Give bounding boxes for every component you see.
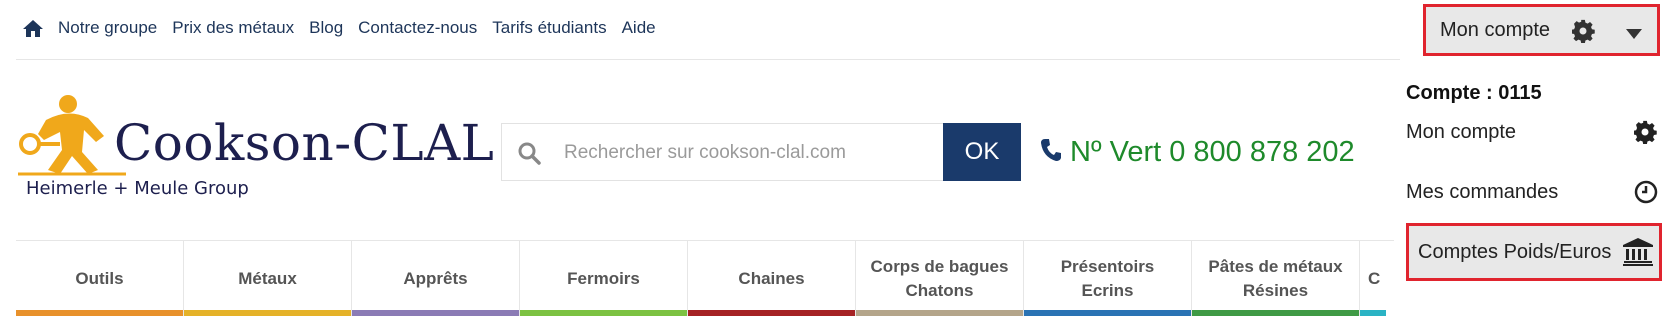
menu-item-label: Comptes Poids/Euros: [1418, 240, 1612, 263]
category-label: Fermoirs: [567, 268, 640, 288]
category-outils[interactable]: Outils: [16, 241, 184, 316]
account-number: Compte : 0115: [1406, 82, 1542, 104]
category-label: Corps de bagues Chatons: [870, 256, 1009, 300]
menu-item-label: Mes commandes: [1406, 180, 1559, 203]
category-corps-de-bagues[interactable]: Corps de bagues Chatons: [856, 241, 1024, 316]
category-color-bar: [352, 310, 519, 316]
phone-icon: [1040, 138, 1062, 167]
menu-item-mon-compte[interactable]: Mon compte: [1406, 112, 1660, 152]
phone-text: Nº Vert 0 800 878 202: [1070, 136, 1355, 168]
category-label: Présentoirs Ecrins: [1060, 256, 1155, 300]
category-nav: Outils Métaux Apprêts Fermoirs Chaines C…: [16, 240, 1394, 316]
account-dropdown: Compte : 0115 Mon compte Mes commandes C…: [1400, 64, 1677, 332]
brand-logo[interactable]: Cookson-CLAL Heimerle + Meule Group: [16, 94, 494, 209]
nav-link-blog[interactable]: Blog: [309, 18, 343, 38]
brand-name: Cookson-CLAL: [114, 114, 495, 172]
bank-icon: [1623, 238, 1653, 271]
category-label: Apprêts: [403, 268, 468, 288]
brand-subtitle: Heimerle + Meule Group: [26, 178, 249, 199]
category-color-bar: [520, 310, 687, 316]
menu-item-label: Mon compte: [1406, 120, 1517, 143]
nav-link-prix-metaux[interactable]: Prix des métaux: [172, 18, 294, 38]
search-box: [501, 123, 944, 181]
menu-item-mes-commandes[interactable]: Mes commandes: [1406, 172, 1660, 212]
nav-link-aide[interactable]: Aide: [622, 18, 656, 38]
category-color-bar: [1024, 310, 1191, 316]
category-pates-de-metaux[interactable]: Pâtes de métaux Résines: [1192, 241, 1360, 316]
category-label: Outils: [75, 268, 124, 288]
category-metaux[interactable]: Métaux: [184, 241, 352, 316]
category-label: Chaines: [738, 268, 805, 288]
category-color-bar: [1360, 310, 1386, 316]
logo-figure-icon: [18, 95, 126, 176]
category-color-bar: [16, 310, 183, 316]
gear-icon: [1571, 19, 1596, 48]
category-label: Métaux: [238, 268, 297, 288]
nav-link-contact[interactable]: Contactez-nous: [358, 18, 477, 38]
nav-link-notre-groupe[interactable]: Notre groupe: [58, 18, 157, 38]
menu-item-comptes-poids-euros[interactable]: Comptes Poids/Euros: [1406, 223, 1662, 281]
search-input[interactable]: [562, 134, 936, 172]
category-color-bar: [856, 310, 1023, 316]
search-ok-button[interactable]: OK: [943, 123, 1021, 181]
category-color-bar: [184, 310, 351, 316]
account-menu-button[interactable]: Mon compte: [1423, 4, 1660, 56]
nav-link-tarifs-etudiants[interactable]: Tarifs étudiants: [492, 18, 606, 38]
category-fermoirs[interactable]: Fermoirs: [520, 241, 688, 316]
clock-icon: [1634, 180, 1658, 209]
gear-icon: [1633, 120, 1658, 149]
top-nav: Notre groupe Prix des métaux Blog Contac…: [22, 14, 671, 42]
chevron-down-icon: [1626, 26, 1642, 44]
home-icon[interactable]: [22, 18, 44, 38]
top-divider: [16, 59, 1400, 60]
category-label: Pâtes de métaux Résines: [1208, 256, 1343, 300]
account-button-label: Mon compte: [1440, 18, 1551, 41]
category-apprets[interactable]: Apprêts: [352, 241, 520, 316]
category-color-bar: [688, 310, 855, 316]
phone-number[interactable]: Nº Vert 0 800 878 202: [1040, 136, 1355, 169]
category-label: C: [1368, 268, 1381, 288]
category-chaines[interactable]: Chaines: [688, 241, 856, 316]
search-icon: [517, 141, 541, 170]
category-presentoirs[interactable]: Présentoirs Ecrins: [1024, 241, 1192, 316]
category-color-bar: [1192, 310, 1359, 316]
category-partial[interactable]: C: [1360, 241, 1386, 316]
